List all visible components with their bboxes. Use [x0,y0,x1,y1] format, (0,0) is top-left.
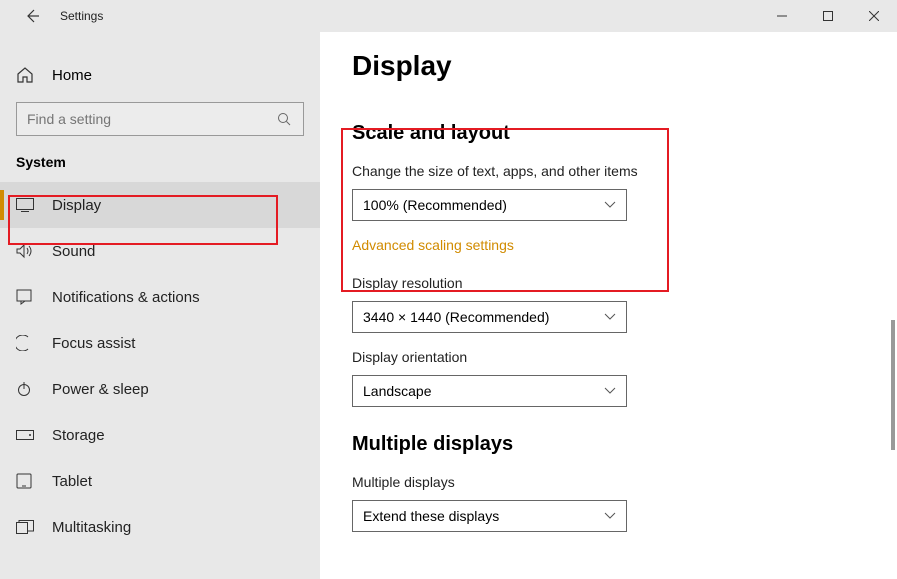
sidebar-item-tablet[interactable]: Tablet [0,458,320,504]
scrollbar-thumb[interactable] [891,320,895,450]
minimize-icon [777,11,787,21]
storage-icon [16,430,36,440]
sound-icon [16,243,36,259]
advanced-scaling-link[interactable]: Advanced scaling settings [352,237,514,253]
search-input[interactable] [27,111,277,127]
resolution-label: Display resolution [352,275,897,291]
text-size-dropdown[interactable]: 100% (Recommended) [352,189,627,221]
home-link[interactable]: Home [0,58,320,92]
section-heading-multi: Multiple displays [352,433,897,456]
sidebar-item-power-sleep[interactable]: Power & sleep [0,366,320,412]
orientation-dropdown[interactable]: Landscape [352,375,627,407]
window-controls [759,0,897,32]
multitasking-icon [16,520,36,534]
titlebar: Settings [0,0,897,32]
dropdown-value: 3440 × 1440 (Recommended) [363,309,549,325]
power-icon [16,381,36,397]
tablet-icon [16,473,36,489]
sidebar-item-sound[interactable]: Sound [0,228,320,274]
sidebar-item-display[interactable]: Display [0,182,320,228]
sidebar-item-notifications[interactable]: Notifications & actions [0,274,320,320]
main-panel: Display Scale and layout Change the size… [320,32,897,579]
sidebar-item-label: Focus assist [52,335,135,352]
home-label: Home [52,67,92,84]
maximize-icon [823,11,833,21]
sidebar-item-label: Storage [52,427,105,444]
orientation-label: Display orientation [352,349,897,365]
chevron-down-icon [604,387,616,395]
arrow-left-icon [24,8,40,24]
display-icon [16,198,36,212]
close-button[interactable] [851,0,897,32]
sidebar-item-focus-assist[interactable]: Focus assist [0,320,320,366]
close-icon [869,11,879,21]
focus-assist-icon [16,335,36,351]
sidebar-item-storage[interactable]: Storage [0,412,320,458]
minimize-button[interactable] [759,0,805,32]
text-size-label: Change the size of text, apps, and other… [352,163,897,179]
section-heading-scale: Scale and layout [352,122,897,145]
dropdown-value: Extend these displays [363,508,499,524]
sidebar-item-label: Sound [52,243,95,260]
chevron-down-icon [604,313,616,321]
resolution-dropdown[interactable]: 3440 × 1440 (Recommended) [352,301,627,333]
search-icon [277,112,293,126]
home-icon [16,66,36,84]
chevron-down-icon [604,201,616,209]
dropdown-value: Landscape [363,383,432,399]
sidebar-item-label: Display [52,197,101,214]
maximize-button[interactable] [805,0,851,32]
window-title: Settings [60,9,103,23]
notifications-icon [16,289,36,305]
page-title: Display [352,50,897,82]
sidebar-item-label: Notifications & actions [52,289,200,306]
multi-displays-dropdown[interactable]: Extend these displays [352,500,627,532]
sidebar-group-heading: System [0,154,320,182]
sidebar-item-label: Power & sleep [52,381,149,398]
back-button[interactable] [16,0,48,32]
search-box[interactable] [16,102,304,136]
sidebar: Home System Display Sound Notifications … [0,32,320,579]
multi-displays-label: Multiple displays [352,474,897,490]
chevron-down-icon [604,512,616,520]
sidebar-item-label: Multitasking [52,519,131,536]
dropdown-value: 100% (Recommended) [363,197,507,213]
sidebar-item-label: Tablet [52,473,92,490]
sidebar-item-multitasking[interactable]: Multitasking [0,504,320,550]
